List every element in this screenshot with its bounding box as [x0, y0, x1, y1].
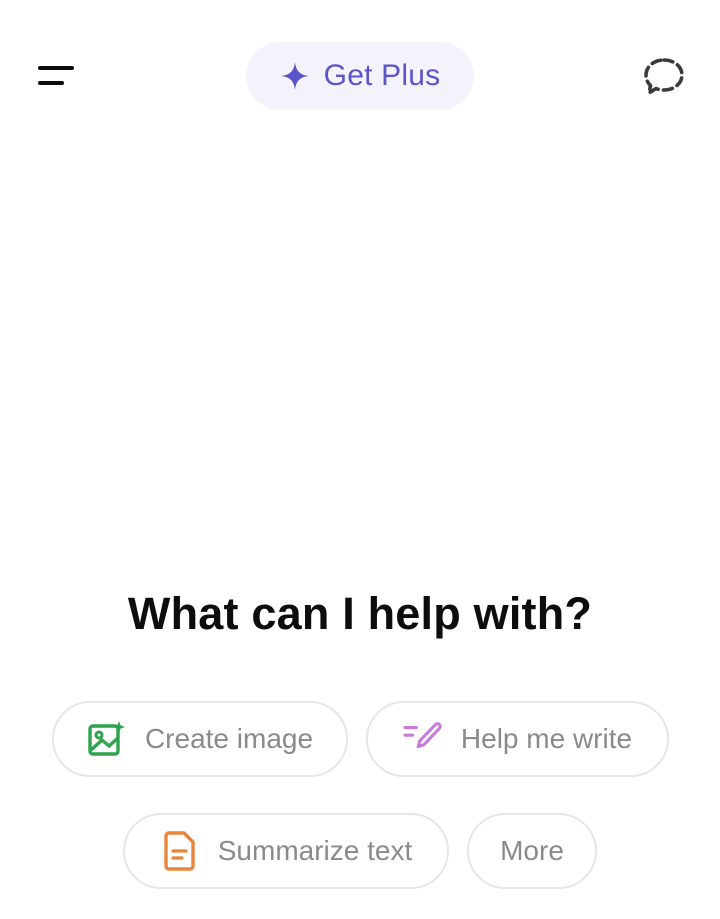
help-me-write-button[interactable]: Help me write [366, 701, 669, 777]
page-title: What can I help with? [127, 588, 593, 639]
chat-home-screen: Get Plus What can I help with? Create im… [0, 0, 720, 919]
sparkle-icon [280, 61, 310, 91]
more-button[interactable]: More [467, 813, 597, 889]
chip-label: Summarize text [217, 835, 413, 866]
menu-icon [38, 66, 74, 70]
document-icon [160, 831, 200, 871]
chip-label: More [500, 835, 564, 866]
temporary-chat-button[interactable] [636, 52, 692, 102]
image-icon [87, 719, 127, 759]
pen-icon [403, 719, 443, 759]
temporary-chat-icon [642, 56, 686, 98]
chip-label: Create image [144, 723, 314, 754]
chip-label: Help me write [460, 723, 633, 754]
get-plus-button[interactable]: Get Plus [246, 42, 474, 110]
menu-icon-line [38, 81, 64, 85]
create-image-button[interactable]: Create image [52, 701, 348, 777]
get-plus-label: Get Plus [323, 59, 441, 92]
summarize-text-button[interactable]: Summarize text [123, 813, 449, 889]
menu-button[interactable] [30, 52, 82, 100]
